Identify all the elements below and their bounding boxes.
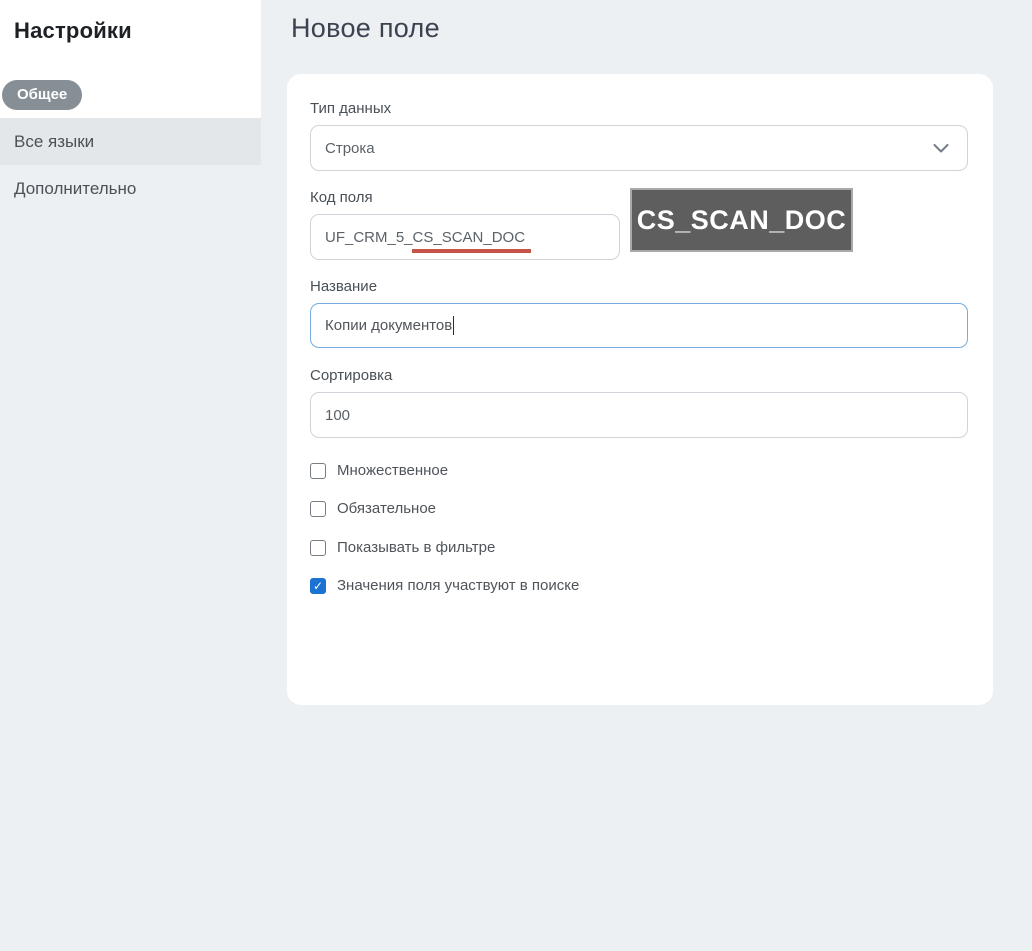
sidebar-item-all-languages[interactable]: Все языки	[0, 118, 261, 165]
required-checkbox[interactable]: ✓	[310, 501, 326, 517]
checkbox-row-required: ✓ Обязательное	[310, 500, 436, 517]
checkmark-icon: ✓	[313, 580, 323, 592]
field-code-value-misspelled: CS_SCAN_DOC	[412, 229, 532, 253]
sort-input[interactable]: 100	[310, 392, 968, 438]
sidebar-section-badge-general[interactable]: Общее	[2, 80, 82, 110]
field-code-value-prefix: UF_CRM_5_	[325, 229, 413, 246]
name-input[interactable]: Копии документов	[310, 303, 968, 348]
checkbox-row-show-in-filter: ✓ Показывать в фильтре	[310, 539, 495, 556]
sort-label: Сортировка	[310, 367, 392, 384]
data-type-select[interactable]: Строка	[310, 125, 968, 171]
sidebar-title: Настройки	[14, 18, 132, 44]
searchable-checkbox[interactable]: ✓	[310, 578, 326, 594]
field-code-input[interactable]: UF_CRM_5_CS_SCAN_DOC	[310, 214, 620, 260]
text-caret	[453, 316, 454, 335]
page-title: Новое поле	[291, 13, 440, 44]
required-checkbox-label[interactable]: Обязательное	[337, 500, 436, 517]
show-in-filter-checkbox-label[interactable]: Показывать в фильтре	[337, 539, 495, 556]
checkbox-row-searchable: ✓ Значения поля участвуют в поиске	[310, 577, 579, 594]
field-code-label: Код поля	[310, 189, 373, 206]
multiple-checkbox[interactable]: ✓	[310, 463, 326, 479]
field-code-zoom-tooltip: CS_SCAN_DOC	[630, 188, 853, 252]
chevron-down-icon	[933, 144, 949, 153]
sidebar-item-label: Дополнительно	[14, 179, 136, 199]
sidebar-item-additional[interactable]: Дополнительно	[0, 165, 261, 212]
name-input-value: Копии документов	[325, 317, 452, 334]
data-type-label: Тип данных	[310, 100, 391, 117]
show-in-filter-checkbox[interactable]: ✓	[310, 540, 326, 556]
data-type-selected-value: Строка	[325, 140, 375, 157]
name-label: Название	[310, 278, 377, 295]
searchable-checkbox-label[interactable]: Значения поля участвуют в поиске	[337, 577, 579, 594]
sort-input-value: 100	[325, 407, 350, 424]
checkbox-row-multiple: ✓ Множественное	[310, 462, 448, 479]
multiple-checkbox-label[interactable]: Множественное	[337, 462, 448, 479]
sidebar-item-label: Все языки	[14, 132, 94, 152]
new-field-form-card: Тип данных Строка Код поля UF_CRM_5_CS_S…	[287, 74, 993, 705]
